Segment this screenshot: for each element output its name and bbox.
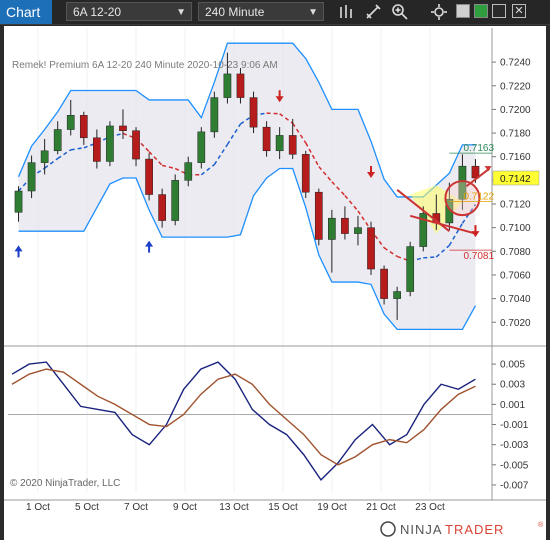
x-tick-label: 7 Oct [124,502,148,513]
osc-tick-label: -0.005 [500,460,529,471]
y-tick-label: 0.7020 [500,318,531,329]
instrument-label: 6A 12-20 [73,5,122,19]
candle-body [406,246,415,292]
level-label: 0.7122 [463,192,494,203]
candle-body [249,97,258,128]
candle-body [145,158,153,195]
level-label: 0.7163 [463,143,494,154]
x-tick-label: 19 Oct [317,502,347,513]
y-tick-label: 0.7040 [500,294,531,305]
candle-body [328,217,336,240]
y-tick-label: 0.7180 [500,129,531,140]
candle-body [53,129,62,152]
candle-body [210,97,219,133]
y-tick-label: 0.7060 [500,270,531,281]
candle-body [27,162,36,192]
candle-body [380,268,388,299]
copyright-text: © 2020 NinjaTrader, LLC [10,478,120,489]
osc-tick-label: 0.003 [500,380,525,391]
candle-body [393,291,401,299]
candle-body [66,115,75,130]
current-price-label: 0.7142 [500,174,531,185]
bar-chart-icon[interactable] [337,3,355,21]
candle-body [288,135,297,155]
candle-body [106,125,114,162]
y-tick-label: 0.7100 [500,223,531,234]
zoom-in-icon[interactable] [391,3,409,21]
candle-body [301,154,310,193]
drawing-pencil-icon[interactable] [364,3,382,21]
osc-tick-label: -0.001 [500,420,529,431]
properties-icon[interactable] [430,3,448,21]
x-tick-label: 21 Oct [366,502,396,513]
y-tick-label: 0.7200 [500,105,531,116]
candle-body [275,135,284,152]
candle-body [14,190,23,213]
candle-body [341,217,349,234]
candle-body [93,137,101,162]
toolbar: Chart 6A 12-20 ▼ 240 Minute ▼ ✕ [0,0,550,25]
candle-body [40,150,49,163]
candle-body [223,73,232,98]
brand-part1: NINJA [400,522,443,537]
instrument-selector[interactable]: 6A 12-20 ▼ [66,2,192,21]
osc-tick-label: 0.005 [500,360,525,371]
candle-body [79,115,88,139]
x-tick-label: 9 Oct [173,502,197,513]
osc-tick-label: 0.001 [500,400,525,411]
x-tick-label: 5 Oct [75,502,99,513]
candle-body [119,125,127,131]
x-tick-label: 13 Oct [219,502,249,513]
minimize-button[interactable] [456,4,470,18]
candle-body [197,131,206,163]
chevron-down-icon: ▼ [308,7,318,18]
maximize-button[interactable] [474,4,488,18]
y-tick-label: 0.7160 [500,152,531,163]
interval-label: 240 Minute [205,5,265,19]
close-button[interactable]: ✕ [512,4,526,18]
chart-header-text: Remek! Premium 6A 12-20 240 Minute 2020-… [12,60,278,71]
level-label: 0.7081 [463,251,494,262]
brand-part2: TRADER [445,522,504,537]
osc-tick-label: -0.003 [500,440,529,451]
candle-body [262,126,271,152]
osc-tick-label: -0.007 [500,480,529,491]
chart-window: Chart 6A 12-20 ▼ 240 Minute ▼ ✕ 0.7240 0… [0,0,550,540]
x-tick-label: 15 Oct [268,502,298,513]
y-tick-label: 0.7220 [500,81,531,92]
candle-body [314,191,323,240]
y-tick-label: 0.7080 [500,247,531,258]
candle-body [171,180,180,221]
window-title: Chart [0,0,52,24]
y-tick-label: 0.7120 [500,200,531,211]
restore-button[interactable] [492,4,506,18]
candle-body [354,227,362,234]
candle-body [367,227,375,270]
x-tick-label: 23 Oct [415,502,445,513]
candle-body [158,194,166,221]
y-tick-label: 0.7240 [500,58,531,69]
chevron-down-icon: ▼ [176,7,186,18]
brand-registered-mark: ® [538,521,544,529]
candle-body [236,73,245,98]
chart-panel: 0.72400.72200.72000.71800.71600.71400.71… [4,26,546,540]
candle-body [132,130,140,160]
x-tick-label: 1 Oct [26,502,50,513]
candle-body [184,162,193,181]
interval-selector[interactable]: 240 Minute ▼ [198,2,324,21]
